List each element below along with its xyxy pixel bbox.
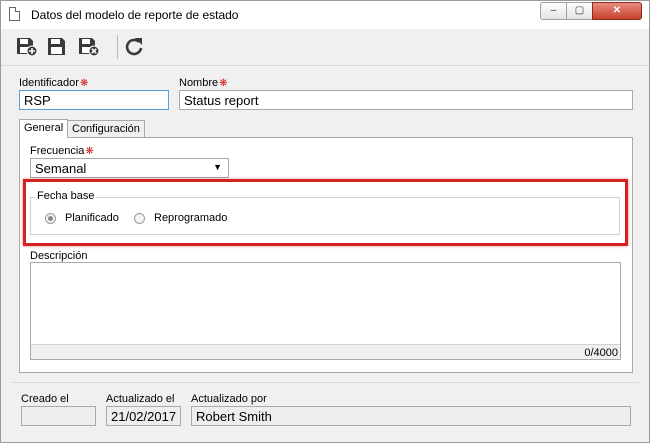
required-icon: ❋ [85, 146, 94, 157]
refresh-button[interactable] [122, 36, 146, 58]
close-button[interactable]: ✕ [592, 2, 642, 20]
save-button[interactable] [46, 36, 70, 58]
nombre-label: Nombre❋ [179, 77, 228, 89]
actualizado-el-label: Actualizado el [106, 393, 175, 405]
save-new-icon [17, 38, 38, 57]
reprogramado-label: Reprogramado [154, 212, 228, 224]
toolbar-separator [117, 35, 118, 59]
dialog-window: Datos del modelo de reporte de estado ‒ … [0, 0, 650, 443]
title-bar: Datos del modelo de reporte de estado ‒ … [1, 1, 649, 29]
identificador-field[interactable]: RSP [19, 90, 169, 110]
creado-el-label: Creado el [21, 393, 69, 405]
tab-configuracion[interactable]: Configuración [67, 120, 145, 138]
nombre-field[interactable]: Status report [179, 90, 633, 110]
refresh-icon [125, 38, 143, 56]
identificador-label: Identificador❋ [19, 77, 89, 89]
planificado-label: Planificado [65, 212, 119, 224]
creado-el-field [21, 406, 96, 426]
descripcion-footer: 0/4000 [31, 344, 620, 359]
minimize-button[interactable]: ‒ [540, 2, 567, 20]
fecha-base-legend: Fecha base [35, 190, 97, 202]
actualizado-por-field: Robert Smith [191, 406, 631, 426]
required-icon: ❋ [219, 78, 228, 89]
reprogramado-radio[interactable] [134, 213, 145, 224]
dropdown-arrow-icon: ▼ [213, 162, 222, 172]
save-close-button[interactable] [77, 36, 101, 58]
tab-general[interactable]: General [19, 119, 69, 138]
maximize-button[interactable]: ▢ [566, 2, 593, 20]
descripcion-label: Descripción [30, 250, 88, 262]
window-title: Datos del modelo de reporte de estado [31, 8, 239, 22]
actualizado-el-field: 21/02/2017 [106, 406, 181, 426]
frecuencia-label: Frecuencia❋ [30, 145, 94, 157]
frecuencia-value: Semanal [35, 161, 87, 176]
character-counter: 0/4000 [584, 347, 618, 359]
save-icon [48, 38, 65, 55]
planificado-radio[interactable] [45, 213, 56, 224]
save-close-icon [79, 38, 100, 57]
descripcion-textarea[interactable]: 0/4000 [30, 262, 621, 360]
save-new-button[interactable] [15, 36, 39, 58]
toolbar [1, 29, 649, 66]
frecuencia-select[interactable]: Semanal ▼ [30, 158, 229, 178]
document-icon [9, 7, 20, 21]
actualizado-por-label: Actualizado por [191, 393, 267, 405]
divider [11, 382, 639, 383]
required-icon: ❋ [79, 78, 89, 89]
